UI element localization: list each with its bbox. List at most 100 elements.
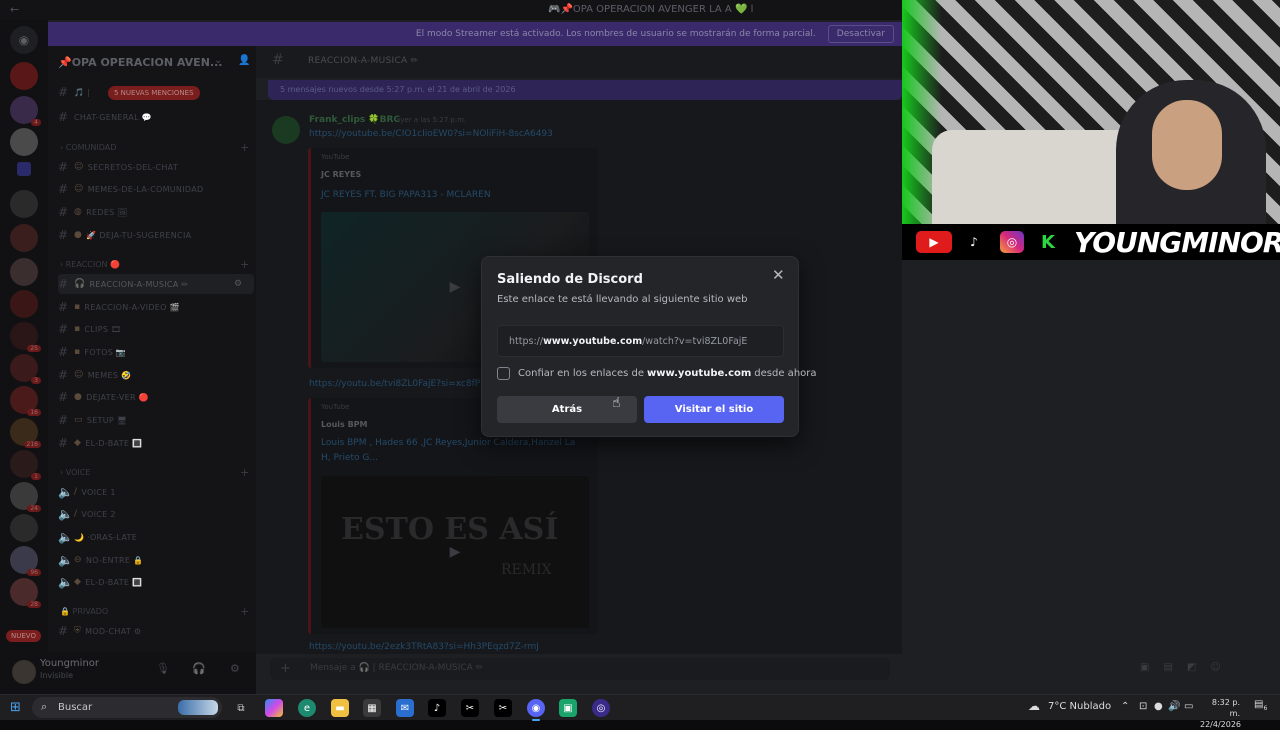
message-link[interactable]: https://youtu.be/2ezk3TRtA83?si=Hh3PEqzd… xyxy=(309,642,539,652)
server-icon[interactable] xyxy=(10,258,38,286)
tiktok-app-icon[interactable]: ♪ xyxy=(428,699,446,717)
embed-channel[interactable]: JC REYES xyxy=(321,170,361,179)
channel-item[interactable]: # ☺ SECRETOS-DEL-CHAT xyxy=(58,157,254,177)
add-channel-icon[interactable]: + xyxy=(240,466,249,479)
obs-icon[interactable]: ◎ xyxy=(592,699,610,717)
new-servers-badge[interactable]: NUEVO xyxy=(6,630,41,642)
avatar[interactable] xyxy=(12,660,36,684)
new-mentions-badge[interactable]: 5 NUEVAS MENCIONES xyxy=(108,86,200,100)
voice-channel-item[interactable]: 🔈 / VOICE 2 xyxy=(58,504,254,524)
channel-item[interactable]: # ▪ FOTOS 📷 xyxy=(58,342,254,362)
windows-start-icon[interactable]: ⊞ xyxy=(10,700,21,715)
server-icon[interactable]: 4 xyxy=(10,96,41,126)
server-name-header[interactable]: 📌OPA OPERACION AVEN... xyxy=(58,56,222,69)
play-icon[interactable]: ▶ xyxy=(450,544,461,560)
channel-item[interactable]: # CHAT-GENERAL 💬 xyxy=(58,107,254,127)
category-comunidad[interactable]: › COMUNIDAD + xyxy=(60,141,249,154)
server-icon[interactable] xyxy=(17,162,31,176)
settings-gear-icon[interactable]: ⚙ xyxy=(230,662,240,675)
weather-icon[interactable]: ☁ xyxy=(1028,699,1040,713)
server-icon[interactable] xyxy=(10,128,38,156)
emoji-picker-icon[interactable]: ☺ xyxy=(1210,662,1234,673)
server-icon[interactable]: 1 xyxy=(10,450,41,480)
voice-channel-item[interactable]: 🔈 ◆ EL-D-BATE 🔳 xyxy=(58,572,254,592)
play-icon[interactable]: ▶ xyxy=(450,279,461,295)
edge-icon[interactable]: e xyxy=(298,699,316,717)
chevron-up-icon[interactable]: ⌃ xyxy=(1121,701,1129,712)
visit-site-button[interactable]: Visitar el sitio xyxy=(644,396,784,423)
server-icon[interactable] xyxy=(10,224,38,252)
embed-channel[interactable]: Louis BPM xyxy=(321,420,368,429)
server-icon[interactable]: 3 xyxy=(10,354,41,384)
app-icon[interactable]: ▣ xyxy=(559,699,577,717)
discord-taskbar-icon[interactable]: ◉ xyxy=(527,699,545,721)
chevron-down-icon[interactable]: ⌄ xyxy=(214,55,222,66)
embed-title[interactable]: JC REYES FT. BIG PAPA313 - MCLAREN xyxy=(321,188,581,203)
message-composer[interactable]: + Mensaje a 🎧 | REACCION-A-MUSICA ✏ xyxy=(270,658,890,680)
system-clock[interactable]: 8:32 p. m. 22/4/2026 xyxy=(1200,697,1241,730)
capcut-icon[interactable]: ✂ xyxy=(494,699,512,717)
channel-item[interactable]: # ☺ MEMES-DE-LA-COMUNIDAD xyxy=(58,179,254,199)
mail-icon[interactable]: ✉ xyxy=(396,699,414,717)
message-link[interactable]: https://youtu.be/tvi8ZL0FajE?si=xc8fP xyxy=(309,379,480,389)
file-explorer-icon[interactable]: ▬ xyxy=(331,699,349,717)
voice-channel-item[interactable]: 🔈 / VOICE 1 xyxy=(58,482,254,502)
microphone-icon[interactable]: 🎙 xyxy=(156,662,170,675)
headphones-icon[interactable]: 🎧 xyxy=(192,662,206,675)
taskbar-search[interactable]: ⌕ Buscar xyxy=(32,697,222,718)
battery-icon[interactable]: ▭ xyxy=(1184,701,1193,712)
discord-home-icon[interactable]: ◉ xyxy=(10,26,38,54)
microphone-tray-icon[interactable]: ● xyxy=(1154,701,1163,712)
trust-checkbox[interactable] xyxy=(497,367,510,380)
channel-item[interactable]: # ● 🚀 DEJA-TU-SUGERENCIA xyxy=(58,225,254,245)
server-icon[interactable] xyxy=(10,290,38,318)
message-author[interactable]: Frank_clips 🍀BRC xyxy=(309,115,400,125)
new-messages-bar[interactable]: 5 mensajes nuevos desde 5:27 p.m. el 21 … xyxy=(268,80,902,100)
add-channel-icon[interactable]: + xyxy=(240,258,249,271)
server-icon[interactable] xyxy=(10,62,38,90)
copilot-icon[interactable] xyxy=(265,699,283,717)
channel-item[interactable]: # ⛨ MOD-CHAT ⚙ xyxy=(58,621,254,641)
server-icon[interactable]: 25 xyxy=(10,322,41,352)
server-icon[interactable] xyxy=(10,514,38,542)
notification-icon[interactable]: ▤6 xyxy=(1254,699,1267,712)
avatar[interactable] xyxy=(272,116,300,144)
store-icon[interactable]: ▦ xyxy=(363,699,381,717)
category-voice[interactable]: › VOICE + xyxy=(60,466,249,479)
capcut-icon[interactable]: ✂ xyxy=(461,699,479,717)
close-icon[interactable]: ✕ xyxy=(772,266,785,284)
volume-icon[interactable]: 🔊 xyxy=(1168,701,1180,712)
gif-icon[interactable]: ▤ xyxy=(1163,662,1186,673)
channel-item-active[interactable]: # 🎧 REACCION-A-MUSICA ✏ ⚙ xyxy=(58,274,254,294)
message-link[interactable]: https://youtube.be/CIO1cIioEW0?si=NOliFi… xyxy=(309,129,553,139)
task-view-icon[interactable]: ⧉ xyxy=(232,699,250,717)
voice-channel-item[interactable]: 🔈 🌙 ·ORAS-LATE xyxy=(58,527,254,547)
channel-item[interactable]: # ▪ REACCION-A-VIDEO 🎬 xyxy=(58,297,254,317)
weather-text[interactable]: 7°C Nublado xyxy=(1048,701,1111,712)
gear-icon[interactable]: ⚙ xyxy=(234,279,242,289)
trust-domain-option[interactable]: Confiar en los enlaces de www.youtube.co… xyxy=(497,367,817,380)
invite-icon[interactable]: 👤 xyxy=(238,55,250,66)
network-icon[interactable]: ⊡ xyxy=(1139,701,1147,712)
channel-item[interactable]: # ▭ SETUP 🖥 xyxy=(58,410,254,430)
channel-item[interactable]: # ◍ REDES 🖼 xyxy=(58,202,254,222)
channel-item[interactable]: # ☺ MEMES 🤣 xyxy=(58,365,254,385)
embed-title[interactable]: Louis BPM , Hades 66 ,JC Reyes,Junior Ca… xyxy=(321,436,581,466)
channel-item[interactable]: # ▪ CLIPS 🎞 xyxy=(58,319,254,339)
video-thumbnail[interactable]: ESTO ES ASÍ REMIX ▶ xyxy=(321,476,589,628)
channel-item[interactable]: # ◆ EL-D-BATE 🔳 xyxy=(58,433,254,453)
gift-icon[interactable]: ▣ xyxy=(1140,662,1163,673)
back-arrow-icon[interactable]: ← xyxy=(10,3,19,16)
server-icon[interactable]: 28 xyxy=(10,578,41,608)
server-icon[interactable]: 16 xyxy=(10,386,41,416)
add-attachment-icon[interactable]: + xyxy=(280,661,291,676)
server-icon[interactable]: 96 xyxy=(10,546,41,576)
disable-streamer-button[interactable]: Desactivar xyxy=(827,25,894,43)
server-icon[interactable]: 216 xyxy=(10,418,41,448)
sticker-icon[interactable]: ◩ xyxy=(1187,662,1210,673)
voice-channel-item[interactable]: 🔈 ⊖ NO-ENTRE 🔒 xyxy=(58,550,254,570)
server-icon[interactable] xyxy=(10,190,38,218)
add-channel-icon[interactable]: + xyxy=(240,141,249,154)
server-icon[interactable]: 24 xyxy=(10,482,41,512)
category-privado[interactable]: 🔒 PRIVADO + xyxy=(60,605,249,618)
